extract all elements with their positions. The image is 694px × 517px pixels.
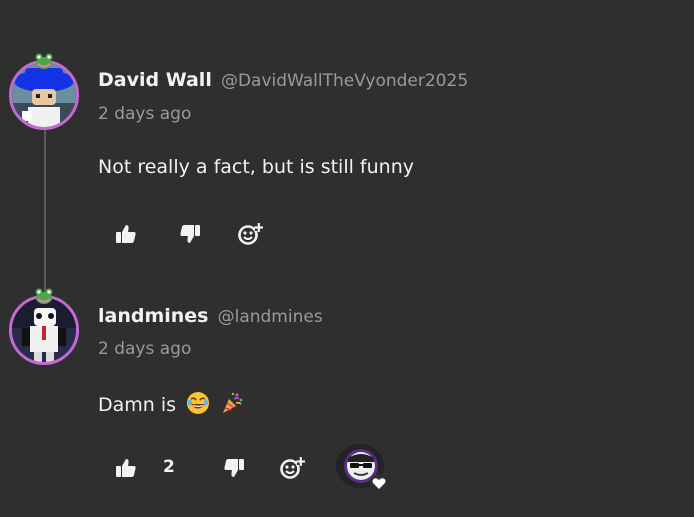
laughing-emoji-icon — [187, 392, 210, 414]
dislike-button[interactable] — [220, 454, 248, 482]
creator-heart-icon — [336, 444, 388, 492]
display-name[interactable]: David Wall — [98, 69, 212, 91]
timestamp[interactable]: 2 days ago — [98, 104, 191, 124]
reply-button[interactable] — [278, 454, 306, 482]
comment-text-content: Damn is — [98, 394, 177, 416]
thumbs-down-icon — [180, 225, 200, 243]
dislike-button[interactable] — [176, 220, 204, 248]
avatar-blue-hat-icon — [12, 63, 76, 127]
like-count: 2 — [163, 457, 175, 477]
like-button[interactable] — [112, 220, 140, 248]
add-reaction-icon — [238, 223, 263, 245]
comment-text: Damn is — [98, 391, 244, 416]
comment-header: landmines @landmines — [98, 305, 323, 327]
avatar[interactable] — [9, 60, 79, 130]
comment-thread: David Wall @DavidWallTheVyonder2025 2 da… — [0, 0, 694, 517]
reply-thread-line[interactable] — [44, 128, 46, 294]
like-button[interactable] — [112, 454, 140, 482]
thumbs-down-icon — [224, 459, 244, 477]
add-reaction-icon — [280, 457, 305, 479]
user-handle[interactable]: @DavidWallTheVyonder2025 — [221, 71, 468, 91]
timestamp[interactable]: 2 days ago — [98, 339, 191, 359]
frog-badge-icon — [35, 288, 53, 304]
comment-text: Not really a fact, but is still funny — [98, 156, 414, 178]
reply-button[interactable] — [236, 220, 264, 248]
thumbs-up-icon — [116, 225, 136, 243]
display-name[interactable]: landmines — [98, 305, 209, 327]
frog-badge-icon — [35, 53, 53, 69]
thumbs-up-icon — [116, 459, 136, 477]
avatar-panda-suit-icon — [12, 298, 76, 362]
avatar[interactable] — [9, 295, 79, 365]
party-popper-emoji-icon — [223, 392, 243, 413]
user-handle[interactable]: @landmines — [218, 307, 323, 327]
comment-header: David Wall @DavidWallTheVyonder2025 — [98, 69, 468, 91]
